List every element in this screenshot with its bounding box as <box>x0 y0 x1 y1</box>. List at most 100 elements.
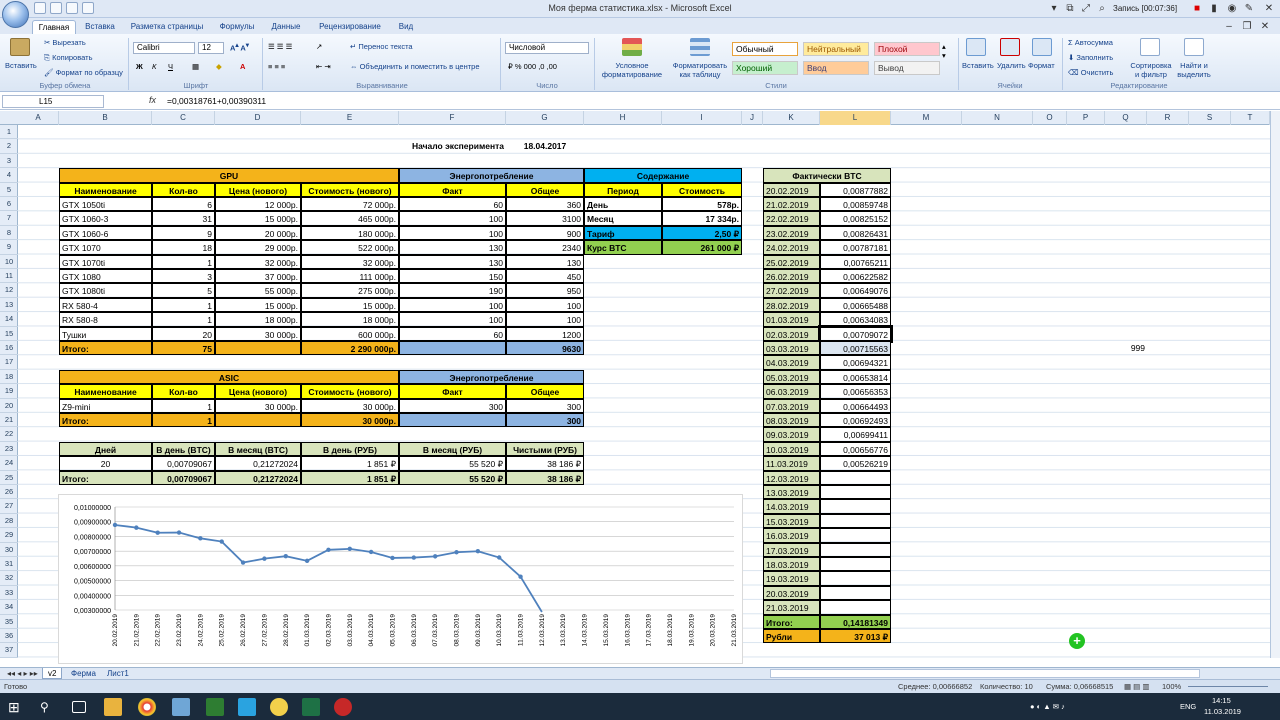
underline-icon[interactable]: Ч <box>168 62 173 71</box>
btc-value[interactable]: 0,00656353 <box>820 384 891 399</box>
table-header[interactable]: Стоимость <box>662 182 742 197</box>
sheet-tab-sheet1[interactable]: Лист1 <box>102 668 134 679</box>
row-header[interactable]: 14 <box>0 312 18 327</box>
table-cell[interactable]: 522 000р. <box>301 240 399 255</box>
table-header[interactable]: Стоимость (нового) <box>301 182 399 197</box>
excel-icon[interactable] <box>302 698 320 716</box>
task-view-icon[interactable] <box>72 701 86 713</box>
column-header[interactable]: E <box>301 111 399 125</box>
table-cell[interactable]: 100 <box>506 297 584 313</box>
font-size-select[interactable]: 12 <box>198 42 224 54</box>
table-cell[interactable]: 1 <box>152 297 215 313</box>
row-header[interactable]: 6 <box>0 197 18 212</box>
view-buttons-icon[interactable]: ▦ ▤ ▥ <box>1124 682 1149 691</box>
row-header[interactable]: 5 <box>0 183 18 197</box>
profit-header[interactable]: Чистыми (РУБ) <box>506 441 584 457</box>
table-cell[interactable]: 111 000р. <box>301 269 399 284</box>
btc-value[interactable] <box>820 470 891 485</box>
start-date[interactable]: 18.04.2017 <box>506 139 584 153</box>
content-value[interactable]: 261 000 ₽ <box>662 240 742 255</box>
column-header[interactable]: L <box>820 111 891 125</box>
table-cell[interactable]: GTX 1050ti <box>59 197 152 212</box>
profit-header[interactable]: В месяц (РУБ) <box>399 441 506 457</box>
format-painter-button[interactable]: 🖌 Формат по образцу <box>44 68 123 77</box>
add-circle-icon[interactable]: + <box>1069 633 1085 649</box>
gpu-total-energy[interactable]: 9630 <box>506 341 584 356</box>
btc-value[interactable]: 0,00664493 <box>820 398 891 413</box>
copy-button[interactable]: ⎘ Копировать <box>44 53 92 63</box>
pen-icon[interactable]: ✎ <box>1242 3 1256 15</box>
insert-cells-icon[interactable] <box>966 38 986 56</box>
column-header[interactable]: O <box>1033 111 1067 125</box>
vertical-scrollbar[interactable] <box>1270 111 1280 658</box>
content-value[interactable]: 2,50 ₽ <box>662 225 742 241</box>
table-cell[interactable]: 18 <box>152 240 215 255</box>
asic-total-empty[interactable] <box>215 413 301 428</box>
row-header[interactable]: 12 <box>0 283 18 298</box>
office-button[interactable] <box>2 1 29 28</box>
gpu-total-cost[interactable]: 2 290 000р. <box>301 341 399 356</box>
btc-value[interactable]: 0,00825152 <box>820 211 891 226</box>
table-cell[interactable]: 190 <box>399 283 506 298</box>
btc-date[interactable]: 28.02.2019 <box>763 297 820 313</box>
table-header[interactable]: Факт <box>399 182 506 197</box>
table-header[interactable]: Кол-во <box>152 384 215 399</box>
table-cell[interactable]: 30 000р. <box>215 326 301 341</box>
windows-start-icon[interactable]: ⊞ <box>8 698 26 716</box>
content-label[interactable]: День <box>584 197 662 212</box>
row-header[interactable]: 22 <box>0 427 18 442</box>
row-header[interactable]: 1 <box>0 125 18 140</box>
table-cell[interactable]: 15 000р. <box>215 211 301 226</box>
profit-cell[interactable]: 0,00709067 <box>152 456 215 471</box>
profit-total[interactable]: 38 186 ₽ <box>506 470 584 485</box>
table-cell[interactable]: 465 000р. <box>301 211 399 226</box>
btc-date[interactable]: 13.03.2019 <box>763 485 820 500</box>
table-cell[interactable]: 950 <box>506 283 584 298</box>
btc-date[interactable]: 16.03.2019 <box>763 528 820 543</box>
btc-total-label[interactable]: Итого: <box>763 614 820 629</box>
cell-style-option[interactable]: Ввод <box>803 61 869 75</box>
find-select-icon[interactable] <box>1184 38 1204 56</box>
btc-value[interactable]: 0,00715563 <box>820 341 891 356</box>
zoom-slider[interactable] <box>1188 686 1268 687</box>
table-cell[interactable]: 29 000р. <box>215 240 301 255</box>
profit-total[interactable]: 0,21272024 <box>215 470 301 485</box>
column-header[interactable]: C <box>152 111 215 125</box>
restore-icon[interactable]: ❐ <box>1240 21 1254 33</box>
btc-date[interactable]: 25.02.2019 <box>763 254 820 269</box>
row-header[interactable]: 10 <box>0 255 18 269</box>
tab-view[interactable]: Вид <box>392 20 420 34</box>
table-cell[interactable]: 32 000р. <box>301 254 399 269</box>
btc-date[interactable]: 21.03.2019 <box>763 600 820 615</box>
btc-value[interactable]: 0,00877882 <box>820 182 891 197</box>
btc-value[interactable]: 0,00694321 <box>820 355 891 370</box>
column-header[interactable]: I <box>662 111 742 125</box>
profit-header[interactable]: В месяц (BTC) <box>215 441 301 457</box>
table-cell[interactable]: GTX 1070 <box>59 240 152 255</box>
profit-cell[interactable]: 0,21272024 <box>215 456 301 471</box>
table-cell[interactable]: 180 000р. <box>301 225 399 241</box>
row-header[interactable]: 26 <box>0 485 18 500</box>
sheet-nav-icons[interactable]: ◂◂ ◂ ▸ ▸▸ <box>2 668 43 679</box>
table-header[interactable]: Наименование <box>59 384 152 399</box>
column-header[interactable]: D <box>215 111 301 125</box>
minimize-icon[interactable]: – <box>1222 21 1236 33</box>
btc-date[interactable]: 02.03.2019 <box>763 326 820 341</box>
tab-review[interactable]: Рецензирование <box>312 20 388 34</box>
btc-value[interactable] <box>820 542 891 557</box>
content-label[interactable]: Тариф <box>584 225 662 241</box>
table-cell[interactable]: 5 <box>152 283 215 298</box>
btc-title[interactable]: Фактически BTC <box>763 168 891 183</box>
content-value[interactable]: 578р. <box>662 197 742 212</box>
table-cell[interactable]: 18 000р. <box>301 312 399 327</box>
table-cell[interactable]: 31 <box>152 211 215 226</box>
number-format-icons[interactable]: ₽ % 000 ,0 ,00 <box>508 62 557 71</box>
font-name-select[interactable]: Calibri <box>133 42 195 54</box>
zoom-level[interactable]: 100% <box>1162 682 1181 691</box>
chrome-icon[interactable] <box>138 698 156 716</box>
cell-style-option[interactable]: Плохой <box>874 42 940 56</box>
table-cell[interactable]: 15 000р. <box>215 297 301 313</box>
btc-date[interactable]: 27.02.2019 <box>763 283 820 298</box>
table-cell[interactable]: 1 <box>152 254 215 269</box>
app-icon[interactable] <box>172 698 190 716</box>
